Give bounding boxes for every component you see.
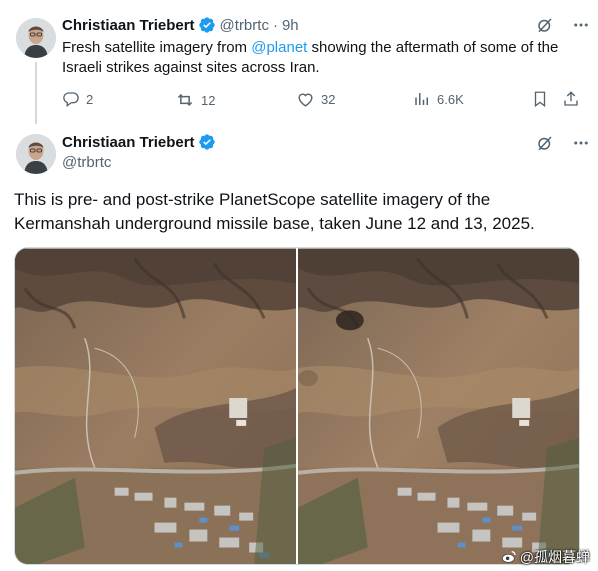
watermark: @孤烟暮蝉 bbox=[501, 547, 590, 567]
reply-icon bbox=[63, 92, 79, 108]
tweet1-action-bar: 2 12 32 6.6K bbox=[62, 90, 582, 110]
verified-badge-icon bbox=[198, 133, 216, 151]
handle[interactable]: @trbrtc bbox=[220, 17, 269, 34]
views-button[interactable]: 6.6K bbox=[413, 90, 464, 108]
avatar[interactable] bbox=[16, 18, 56, 58]
more-icon[interactable] bbox=[572, 134, 590, 152]
mention-link[interactable]: @planet bbox=[251, 39, 307, 56]
grok-icon[interactable] bbox=[536, 16, 554, 34]
display-name[interactable]: Christiaan Triebert bbox=[62, 134, 195, 151]
satellite-image-post-strike[interactable] bbox=[298, 248, 579, 565]
views-icon bbox=[415, 93, 428, 105]
share-button[interactable] bbox=[562, 90, 586, 108]
avatar[interactable] bbox=[16, 134, 56, 174]
tweet1-text-before: Fresh satellite imagery from bbox=[62, 39, 252, 56]
reply-button[interactable]: 2 bbox=[62, 90, 93, 108]
display-name[interactable]: Christiaan Triebert bbox=[62, 17, 195, 34]
tweet1-author-row: Christiaan Triebert @trbrtc · 9h bbox=[62, 16, 299, 34]
like-count: 32 bbox=[321, 92, 336, 107]
thread-line bbox=[35, 62, 37, 124]
grok-icon[interactable] bbox=[536, 134, 554, 152]
tweet2-top-actions bbox=[536, 134, 590, 152]
verified-badge-icon bbox=[198, 16, 216, 34]
like-button[interactable]: 32 bbox=[296, 90, 335, 109]
share-icon bbox=[564, 91, 578, 106]
timestamp[interactable]: 9h bbox=[282, 17, 299, 34]
tweet1-text: Fresh satellite imagery from @planet sho… bbox=[62, 38, 582, 78]
repost-button[interactable]: 12 bbox=[175, 90, 215, 110]
tweet2-author-row: Christiaan Triebert bbox=[62, 133, 216, 151]
separator-dot: · bbox=[272, 16, 278, 34]
satellite-image-pre-strike[interactable] bbox=[15, 248, 296, 565]
tweet1-top-actions bbox=[536, 16, 590, 34]
watermark-text: @孤烟暮蝉 bbox=[519, 549, 590, 565]
repost-icon bbox=[177, 93, 193, 107]
media-grid bbox=[14, 247, 580, 565]
bookmark-icon bbox=[534, 91, 546, 108]
views-count: 6.6K bbox=[437, 91, 464, 107]
handle[interactable]: @trbrtc bbox=[62, 154, 111, 171]
repost-count: 12 bbox=[201, 92, 216, 108]
tweet2-text: This is pre- and post-strike PlanetScope… bbox=[14, 190, 535, 233]
reply-count: 2 bbox=[86, 91, 94, 107]
weibo-icon bbox=[501, 551, 516, 563]
bookmark-button[interactable] bbox=[531, 90, 555, 108]
more-icon[interactable] bbox=[572, 16, 590, 34]
like-icon bbox=[298, 93, 313, 107]
